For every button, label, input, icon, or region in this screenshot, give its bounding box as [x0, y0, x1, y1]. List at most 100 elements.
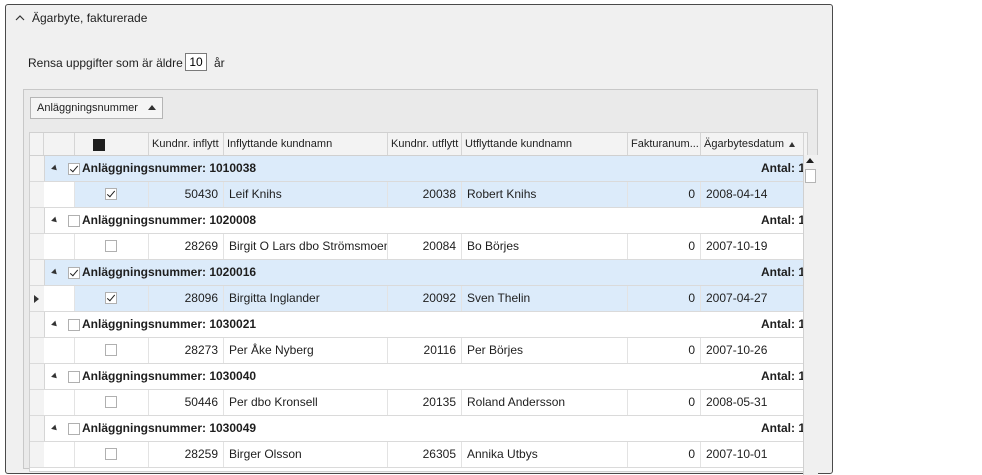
in-nr-cell[interactable]: 50446	[149, 390, 224, 415]
col-header-out-nr[interactable]: Kundnr. utflytt	[388, 133, 462, 155]
out-name-cell[interactable]: Roland Andersson	[462, 390, 628, 415]
row-indicator[interactable]	[30, 156, 45, 181]
table-row[interactable]: 50430 Leif Knihs 20038 Robert Knihs 0 2008-04…	[30, 182, 807, 208]
expand-triangle-icon[interactable]	[51, 320, 59, 329]
in-nr-cell[interactable]: 50430	[149, 182, 224, 207]
vertical-scrollbar[interactable]	[803, 155, 818, 475]
row-indicator[interactable]	[30, 208, 45, 233]
row-indicator[interactable]	[30, 390, 45, 415]
row-checkbox[interactable]	[105, 344, 117, 356]
group-row[interactable]: Anläggningsnummer: 1020016 Antal: 1	[30, 260, 807, 286]
in-name-cell[interactable]: Leif Knihs	[224, 182, 388, 207]
row-indicator[interactable]	[30, 338, 45, 363]
select-cell[interactable]	[75, 286, 149, 311]
group-row[interactable]: Anläggningsnummer: 1020008 Antal: 1	[30, 208, 807, 234]
invoice-cell[interactable]: 0	[628, 442, 701, 467]
date-cell[interactable]: 2007-10-19	[701, 234, 804, 259]
invoice-cell[interactable]: 0	[628, 286, 701, 311]
row-checkbox[interactable]	[105, 396, 117, 408]
row-indicator[interactable]	[30, 364, 45, 389]
out-nr-cell[interactable]: 26305	[388, 442, 462, 467]
group-row[interactable]: Anläggningsnummer: 1030021 Antal: 1	[30, 312, 807, 338]
select-cell[interactable]	[75, 234, 149, 259]
select-all-header[interactable]	[75, 133, 149, 155]
col-header-date[interactable]: Ägarbytesdatum	[701, 133, 804, 155]
in-name-cell[interactable]: Birgitta Inglander	[224, 286, 388, 311]
expand-triangle-icon[interactable]	[51, 216, 59, 225]
in-name-cell[interactable]: Birgit O Lars dbo Strömsmoen	[224, 234, 388, 259]
out-nr-cell[interactable]: 20092	[388, 286, 462, 311]
cleanup-years-input[interactable]	[185, 53, 207, 71]
group-checkbox[interactable]	[68, 371, 80, 383]
invoice-cell[interactable]: 0	[628, 182, 701, 207]
out-name-cell[interactable]: Sven Thelin	[462, 286, 628, 311]
group-title: Anläggningsnummer: 1030040	[82, 369, 257, 383]
invoice-cell[interactable]: 0	[628, 338, 701, 363]
expand-triangle-icon[interactable]	[51, 164, 59, 173]
group-checkbox[interactable]	[68, 423, 80, 435]
group-checkbox[interactable]	[68, 267, 80, 279]
in-name-cell[interactable]: Birger Olsson	[224, 442, 388, 467]
expand-triangle-icon[interactable]	[51, 268, 59, 277]
select-cell[interactable]	[75, 182, 149, 207]
group-row[interactable]: Anläggningsnummer: 1030040 Antal: 1	[30, 364, 807, 390]
col-header-out-name[interactable]: Utflyttande kundnamn	[462, 133, 628, 155]
out-name-cell[interactable]: Robert Knihs	[462, 182, 628, 207]
row-checkbox[interactable]	[105, 240, 117, 252]
invoice-cell[interactable]: 0	[628, 390, 701, 415]
group-row[interactable]: Anläggningsnummer: 1010038 Antal: 1	[30, 156, 807, 182]
row-indicator[interactable]	[30, 442, 45, 467]
out-nr-cell[interactable]: 20116	[388, 338, 462, 363]
date-cell[interactable]: 2007-04-27	[701, 286, 804, 311]
in-name-cell[interactable]: Per dbo Kronsell	[224, 390, 388, 415]
row-indicator[interactable]	[30, 234, 45, 259]
date-cell[interactable]: 2008-05-31	[701, 390, 804, 415]
chevron-up-icon[interactable]	[14, 12, 26, 24]
select-cell[interactable]	[75, 338, 149, 363]
date-cell[interactable]: 2007-10-01	[701, 442, 804, 467]
table-row[interactable]: 50446 Per dbo Kronsell 20135 Roland Anderss…	[30, 390, 807, 416]
date-cell[interactable]: 2008-04-14	[701, 182, 804, 207]
scroll-thumb[interactable]	[805, 169, 816, 183]
select-cell[interactable]	[75, 442, 149, 467]
col-header-in-name[interactable]: Inflyttande kundnamn	[224, 133, 388, 155]
select-cell[interactable]	[75, 390, 149, 415]
in-nr-cell[interactable]: 28259	[149, 442, 224, 467]
group-checkbox[interactable]	[68, 319, 80, 331]
out-nr-cell[interactable]: 20038	[388, 182, 462, 207]
expand-triangle-icon[interactable]	[51, 424, 59, 433]
table-row[interactable]: 28096 Birgitta Inglander 20092 Sven Thelin 0…	[30, 286, 807, 312]
in-nr-cell[interactable]: 28096	[149, 286, 224, 311]
in-name-cell[interactable]: Per Åke Nyberg	[224, 338, 388, 363]
out-nr-cell[interactable]: 20084	[388, 234, 462, 259]
in-nr-cell[interactable]: 28273	[149, 338, 224, 363]
row-indicator[interactable]	[30, 416, 45, 441]
date-cell[interactable]: 2007-10-26	[701, 338, 804, 363]
out-name-cell[interactable]: Annika Utbys	[462, 442, 628, 467]
row-checkbox[interactable]	[105, 188, 117, 200]
table-row[interactable]: 28259 Birger Olsson 26305 Annika Utbys 0 2007…	[30, 442, 807, 468]
table-row[interactable]: 28269 Birgit O Lars dbo Strömsmoen 20084 Bo…	[30, 234, 807, 260]
invoice-cell[interactable]: 0	[628, 234, 701, 259]
row-checkbox[interactable]	[105, 292, 117, 304]
group-row[interactable]: Anläggningsnummer: 1030049 Antal: 1	[30, 416, 807, 442]
in-nr-cell[interactable]: 28269	[149, 234, 224, 259]
group-checkbox[interactable]	[68, 215, 80, 227]
col-header-invoice[interactable]: Fakturanum...	[628, 133, 701, 155]
row-indicator[interactable]	[30, 260, 45, 285]
panel-header[interactable]: Ägarbyte, fakturerade	[6, 5, 832, 33]
table-row[interactable]: 28273 Per Åke Nyberg 20116 Per Börjes 0 2007-…	[30, 338, 807, 364]
col-header-in-nr[interactable]: Kundnr. inflytt	[149, 133, 224, 155]
group-checkbox[interactable]	[68, 163, 80, 175]
group-by-chip[interactable]: Anläggningsnummer	[30, 97, 163, 119]
row-indicator[interactable]	[30, 182, 45, 207]
row-indicator[interactable]	[30, 286, 45, 311]
out-nr-cell[interactable]: 20135	[388, 390, 462, 415]
out-name-cell[interactable]: Per Börjes	[462, 338, 628, 363]
select-all-checkbox[interactable]	[93, 139, 105, 151]
out-name-cell[interactable]: Bo Börjes	[462, 234, 628, 259]
row-checkbox[interactable]	[105, 448, 117, 460]
row-indicator[interactable]	[30, 312, 45, 337]
scroll-up-arrow-icon[interactable]	[806, 158, 814, 163]
expand-triangle-icon[interactable]	[51, 372, 59, 381]
